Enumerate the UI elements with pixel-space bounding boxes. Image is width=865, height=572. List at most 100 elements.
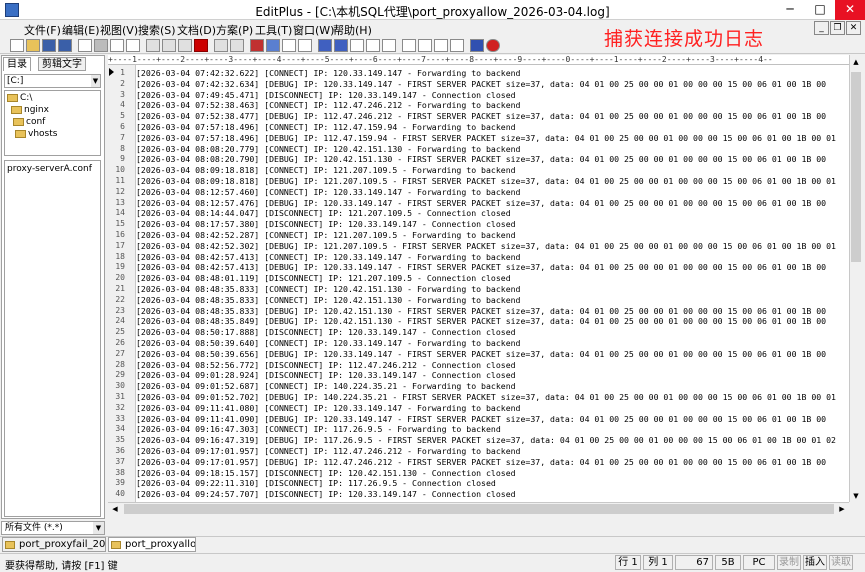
- menu-project[interactable]: 方案(P): [216, 22, 253, 38]
- log-line[interactable]: [2026-03-04 09:01:52.687] [CONNECT] IP: …: [136, 381, 516, 392]
- log-line[interactable]: [2026-03-04 07:57:18.496] [CONNECT] IP: …: [136, 122, 516, 133]
- log-line[interactable]: [2026-03-04 09:11:41.080] [CONNECT] IP: …: [136, 403, 521, 414]
- menu-file[interactable]: 文件(F): [24, 22, 61, 38]
- log-line[interactable]: [2026-03-04 09:01:28.924] [DISCONNECT] I…: [136, 370, 516, 381]
- log-line[interactable]: [2026-03-04 08:48:35.833] [CONNECT] IP: …: [136, 284, 521, 295]
- log-line[interactable]: [2026-03-04 08:08:20.790] [DEBUG] IP: 12…: [136, 154, 826, 165]
- log-line[interactable]: [2026-03-04 08:42:57.413] [CONNECT] IP: …: [136, 252, 521, 263]
- log-line[interactable]: [2026-03-04 08:42:57.413] [DEBUG] IP: 12…: [136, 262, 826, 273]
- open-file-icon[interactable]: [26, 39, 40, 52]
- log-line[interactable]: [2026-03-04 08:48:35.833] [DEBUG] IP: 12…: [136, 306, 826, 317]
- log-line[interactable]: [2026-03-04 07:57:18.496] [DEBUG] IP: 11…: [136, 133, 836, 144]
- log-line[interactable]: [2026-03-04 08:42:52.287] [CONNECT] IP: …: [136, 230, 516, 241]
- log-line[interactable]: [2026-03-04 08:48:35.849] [DEBUG] IP: 12…: [136, 316, 826, 327]
- ruler-icon[interactable]: [382, 39, 396, 52]
- tree-item[interactable]: nginx: [11, 105, 49, 116]
- undo-icon[interactable]: [214, 39, 228, 52]
- log-line[interactable]: [2026-03-04 07:52:38.477] [DEBUG] IP: 11…: [136, 111, 826, 122]
- new-file-icon[interactable]: [10, 39, 24, 52]
- browser-icon[interactable]: [402, 39, 416, 52]
- log-line[interactable]: [2026-03-04 08:14:44.047] [DISCONNECT] I…: [136, 208, 511, 219]
- log-line[interactable]: [2026-03-04 08:52:56.772] [DISCONNECT] I…: [136, 360, 516, 371]
- log-line[interactable]: [2026-03-04 09:11:41.090] [DEBUG] IP: 12…: [136, 414, 826, 425]
- log-line[interactable]: [2026-03-04 08:50:17.888] [DISCONNECT] I…: [136, 327, 516, 338]
- log-line[interactable]: [2026-03-04 09:17:01.957] [CONNECT] IP: …: [136, 446, 521, 457]
- log-line[interactable]: [2026-03-04 08:09:18.818] [CONNECT] IP: …: [136, 165, 516, 176]
- file-item[interactable]: proxy-serverA.conf: [7, 164, 92, 175]
- menu-view[interactable]: 视图(V): [100, 22, 138, 38]
- print-icon[interactable]: [94, 39, 108, 52]
- goto-icon[interactable]: [282, 39, 296, 52]
- log-line[interactable]: [2026-03-04 08:50:39.640] [CONNECT] IP: …: [136, 338, 521, 349]
- tab-cliptext[interactable]: 剪辑文字: [38, 57, 86, 71]
- save-all-icon[interactable]: [58, 39, 72, 52]
- tree-item[interactable]: conf: [13, 117, 45, 128]
- minimize-icon[interactable]: ─: [775, 0, 805, 20]
- scroll-down-icon[interactable]: ▼: [850, 490, 862, 502]
- log-line[interactable]: [2026-03-04 08:08:20.779] [CONNECT] IP: …: [136, 144, 521, 155]
- drive-select[interactable]: [C:]: [4, 74, 101, 88]
- log-line[interactable]: [2026-03-04 07:42:32.622] [CONNECT] IP: …: [136, 68, 521, 79]
- log-line[interactable]: [2026-03-04 07:49:45.471] [DISCONNECT] I…: [136, 90, 516, 101]
- file-list[interactable]: proxy-serverA.conf: [4, 160, 101, 517]
- close-icon[interactable]: ✕: [835, 0, 865, 20]
- log-line[interactable]: [2026-03-04 08:12:57.460] [CONNECT] IP: …: [136, 187, 521, 198]
- mdi-minimize-icon[interactable]: _: [814, 21, 829, 35]
- save-icon[interactable]: [42, 39, 56, 52]
- log-line[interactable]: [2026-03-04 09:16:47.303] [CONNECT] IP: …: [136, 424, 501, 435]
- menu-search[interactable]: 搜索(S): [138, 22, 176, 38]
- redo-icon[interactable]: [230, 39, 244, 52]
- scroll-right-icon[interactable]: ▶: [836, 503, 848, 515]
- tree-item[interactable]: vhosts: [15, 129, 57, 140]
- menu-help[interactable]: 帮助(H): [333, 22, 372, 38]
- folder-tree[interactable]: C:\ nginx conf vhosts: [4, 90, 101, 156]
- log-line[interactable]: [2026-03-04 09:16:47.319] [DEBUG] IP: 11…: [136, 435, 836, 446]
- editor-lines[interactable]: 1 [2026-03-04 07:42:32.622] [CONNECT] IP:…: [108, 65, 849, 502]
- log-line[interactable]: [2026-03-04 08:12:57.476] [DEBUG] IP: 12…: [136, 198, 826, 209]
- chevron-down-icon[interactable]: ▼: [93, 522, 104, 534]
- maximize-icon[interactable]: □: [805, 0, 835, 20]
- log-line[interactable]: [2026-03-04 07:52:38.463] [CONNECT] IP: …: [136, 100, 521, 111]
- log-line[interactable]: [2026-03-04 08:48:35.833] [CONNECT] IP: …: [136, 295, 521, 306]
- insert-icon[interactable]: [298, 39, 312, 52]
- log-line[interactable]: [2026-03-04 07:42:32.634] [DEBUG] IP: 12…: [136, 79, 826, 90]
- spell-check-icon[interactable]: [110, 39, 124, 52]
- log-line[interactable]: [2026-03-04 09:18:15.157] [DISCONNECT] I…: [136, 468, 516, 479]
- menu-window[interactable]: 窗口(W): [293, 22, 334, 38]
- cliptext-icon[interactable]: [450, 39, 464, 52]
- cut-icon[interactable]: [146, 39, 160, 52]
- log-line[interactable]: [2026-03-04 08:50:39.656] [DEBUG] IP: 12…: [136, 349, 826, 360]
- scroll-left-icon[interactable]: ◀: [109, 503, 121, 515]
- chevron-down-icon[interactable]: ▼: [91, 75, 100, 87]
- menu-document[interactable]: 文档(D): [177, 22, 216, 38]
- log-line[interactable]: [2026-03-04 09:17:01.957] [DEBUG] IP: 11…: [136, 457, 826, 468]
- file-filter-select[interactable]: 所有文件 (*.*): [1, 521, 105, 535]
- line-number-icon[interactable]: [350, 39, 364, 52]
- output-window-icon[interactable]: [434, 39, 448, 52]
- font-icon[interactable]: [318, 39, 332, 52]
- log-line[interactable]: [2026-03-04 09:22:11.310] [DISCONNECT] I…: [136, 478, 496, 489]
- menu-edit[interactable]: 编辑(E): [62, 22, 100, 38]
- scroll-up-icon[interactable]: ▲: [850, 56, 862, 68]
- menu-tools[interactable]: 工具(T): [255, 22, 292, 38]
- log-line[interactable]: [2026-03-04 09:01:52.702] [DEBUG] IP: 14…: [136, 392, 836, 403]
- tab-directory[interactable]: 目录: [3, 57, 31, 71]
- find-replace-icon[interactable]: [250, 39, 264, 52]
- directory-window-icon[interactable]: [418, 39, 432, 52]
- print-preview-icon[interactable]: [78, 39, 92, 52]
- log-line[interactable]: [2026-03-04 08:48:01.119] [DISCONNECT] I…: [136, 273, 511, 284]
- copy-icon[interactable]: [162, 39, 176, 52]
- log-line[interactable]: [2026-03-04 09:24:57.707] [DISCONNECT] I…: [136, 489, 516, 500]
- log-line[interactable]: [2026-03-04 08:17:57.380] [DISCONNECT] I…: [136, 219, 516, 230]
- replace-icon[interactable]: [266, 39, 280, 52]
- help-icon[interactable]: [470, 39, 484, 52]
- doc-tab-proxyfail[interactable]: port_proxyfail_2026: [2, 537, 106, 552]
- stop-icon[interactable]: [486, 39, 500, 52]
- column-select-icon[interactable]: [366, 39, 380, 52]
- paste-icon[interactable]: [178, 39, 192, 52]
- mdi-restore-icon[interactable]: ❐: [830, 21, 845, 35]
- find-icon[interactable]: [126, 39, 140, 52]
- log-line[interactable]: [2026-03-04 08:42:52.302] [DEBUG] IP: 12…: [136, 241, 836, 252]
- tree-item[interactable]: C:\: [7, 93, 32, 104]
- mdi-close-icon[interactable]: ✕: [846, 21, 861, 35]
